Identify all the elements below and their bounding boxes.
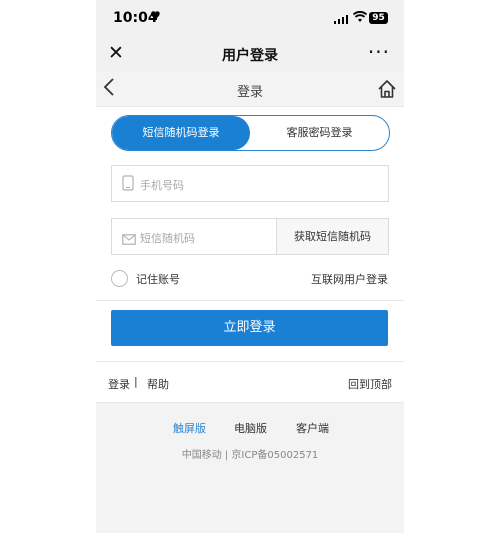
phone-field[interactable]: 手机号码 bbox=[111, 165, 389, 202]
status-bar: 10:04 ♥ 95 bbox=[96, 0, 404, 36]
back-to-top-link[interactable]: 回到顶部 bbox=[348, 376, 392, 392]
home-icon[interactable] bbox=[377, 79, 397, 99]
mail-icon bbox=[122, 230, 136, 246]
sub-header: 登录 bbox=[96, 72, 404, 107]
login-button[interactable]: 立即登录 bbox=[111, 310, 388, 346]
footer-links: 登录 | 帮助 回到顶部 bbox=[96, 362, 404, 402]
footer: 触屏版 电脑版 客户端 中国移动 | 京ICP备05002571 bbox=[96, 402, 404, 533]
pc-version-link[interactable]: 电脑版 bbox=[234, 420, 267, 436]
phone-icon bbox=[122, 175, 134, 191]
battery-icon: 95 bbox=[369, 12, 388, 24]
top-nav: ✕ 用户登录 ··· bbox=[96, 36, 404, 72]
sms-code-field[interactable]: 短信随机码 bbox=[111, 218, 278, 255]
remember-account-label: 记住账号 bbox=[136, 273, 180, 286]
remember-account-radio[interactable] bbox=[111, 270, 128, 287]
sub-header-title: 登录 bbox=[236, 85, 263, 100]
tab-password-login[interactable]: 客服密码登录 bbox=[250, 116, 389, 150]
get-sms-code-button[interactable]: 获取短信随机码 bbox=[276, 218, 389, 255]
tab-sms-login[interactable]: 短信随机码登录 bbox=[112, 116, 250, 150]
heart-icon: ♥ bbox=[150, 9, 161, 23]
more-icon[interactable]: ··· bbox=[368, 40, 390, 64]
copyright-text: 中国移动 | 京ICP备05002571 bbox=[181, 450, 319, 461]
phone-placeholder: 手机号码 bbox=[140, 179, 184, 192]
login-tabs: 短信随机码登录 客服密码登录 bbox=[111, 115, 390, 151]
phone-screen: 10:04 ♥ 95 ✕ 用户登录 ··· 登录 短信随机码登录 客服密码登录 bbox=[96, 0, 404, 533]
footer-separator: | bbox=[134, 375, 138, 388]
touch-version-link[interactable]: 触屏版 bbox=[173, 420, 206, 436]
sms-code-placeholder: 短信随机码 bbox=[140, 232, 195, 245]
internet-user-login-link[interactable]: 互联网用户登录 bbox=[311, 271, 388, 287]
footer-help-link[interactable]: 帮助 bbox=[147, 376, 169, 392]
divider bbox=[96, 300, 404, 301]
signal-icon bbox=[334, 14, 350, 24]
page-title: 用户登录 bbox=[222, 48, 278, 64]
footer-login-link[interactable]: 登录 bbox=[108, 376, 130, 392]
client-version-link[interactable]: 客户端 bbox=[296, 420, 329, 436]
wifi-icon bbox=[352, 11, 368, 27]
